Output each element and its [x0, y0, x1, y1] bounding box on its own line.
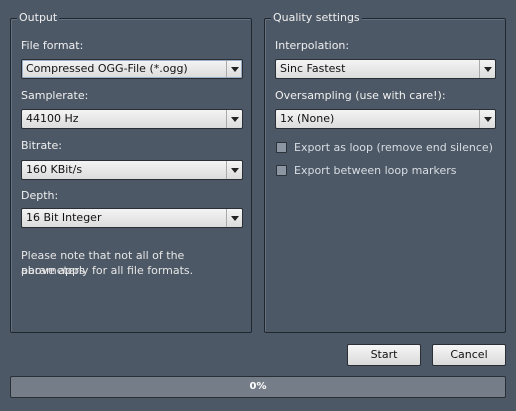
chevron-down-icon — [230, 116, 239, 122]
oversampling-dropdown-button[interactable] — [479, 110, 495, 128]
output-group: Output File format: Compressed OGG-File … — [10, 11, 252, 333]
quality-settings-title: Quality settings — [271, 11, 362, 25]
export-loop-label: Export as loop (remove end silence) — [294, 141, 493, 154]
cancel-button[interactable]: Cancel — [432, 344, 506, 366]
export-loop-option[interactable]: Export as loop (remove end silence) — [276, 141, 493, 154]
bitrate-dropdown-button[interactable] — [226, 161, 242, 179]
export-markers-label: Export between loop markers — [294, 164, 457, 177]
export-markers-checkbox[interactable] — [276, 165, 287, 176]
chevron-down-icon — [483, 116, 492, 122]
export-loop-checkbox[interactable] — [276, 142, 287, 153]
samplerate-value: 44100 Hz — [26, 112, 79, 125]
export-markers-option[interactable]: Export between loop markers — [276, 164, 457, 177]
bitrate-value: 160 KBit/s — [26, 163, 83, 176]
chevron-down-icon — [230, 66, 239, 72]
samplerate-dropdown-button[interactable] — [226, 110, 242, 128]
chevron-down-icon — [230, 167, 239, 173]
interpolation-dropdown-button[interactable] — [479, 60, 495, 78]
bitrate-select[interactable]: 160 KBit/s — [21, 160, 243, 180]
depth-select[interactable]: 16 Bit Integer — [21, 208, 243, 228]
depth-label: Depth: — [21, 189, 59, 202]
export-progress-bar: 0% — [10, 376, 506, 398]
chevron-down-icon — [230, 215, 239, 221]
output-group-title: Output — [17, 11, 60, 25]
interpolation-label: Interpolation: — [275, 39, 350, 52]
samplerate-select[interactable]: 44100 Hz — [21, 109, 243, 129]
start-button[interactable]: Start — [347, 344, 421, 366]
chevron-down-icon — [483, 66, 492, 72]
format-note-line-2: above apply for all file formats. — [21, 264, 194, 277]
interpolation-value: Sinc Fastest — [280, 62, 346, 75]
depth-dropdown-button[interactable] — [226, 209, 242, 227]
file-format-dropdown-button[interactable] — [226, 60, 242, 78]
quality-settings-group: Quality settings Interpolation: Sinc Fas… — [264, 11, 506, 333]
oversampling-value: 1x (None) — [280, 112, 335, 125]
file-format-select[interactable]: Compressed OGG-File (*.ogg) — [21, 59, 243, 79]
depth-value: 16 Bit Integer — [26, 211, 102, 224]
bitrate-label: Bitrate: — [21, 139, 62, 152]
file-format-value: Compressed OGG-File (*.ogg) — [26, 62, 188, 75]
interpolation-select[interactable]: Sinc Fastest — [275, 59, 496, 79]
samplerate-label: Samplerate: — [21, 89, 89, 102]
progress-percent-text: 0% — [249, 381, 267, 392]
oversampling-label: Oversampling (use with care!): — [275, 89, 446, 102]
oversampling-select[interactable]: 1x (None) — [275, 109, 496, 129]
file-format-label: File format: — [21, 39, 84, 52]
